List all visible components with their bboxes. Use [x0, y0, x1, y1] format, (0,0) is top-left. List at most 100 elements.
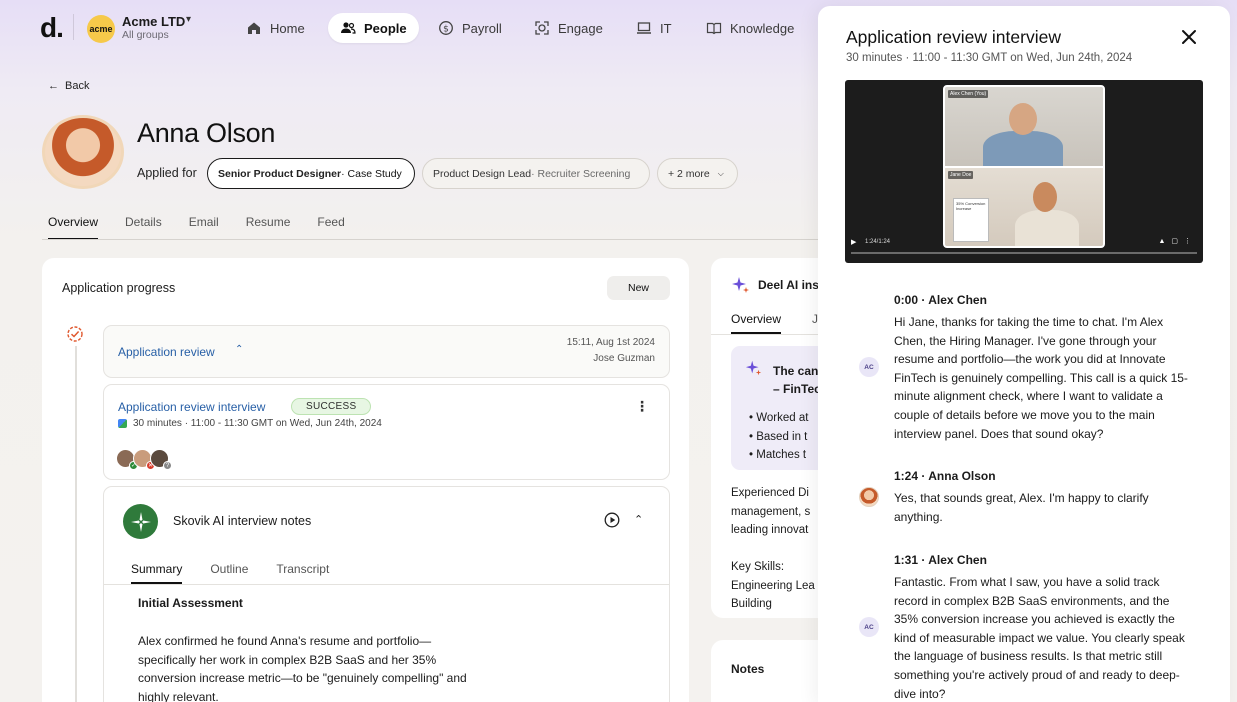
ai-highlight-line: – FinTec — [773, 382, 821, 396]
drawer-title: Application review interview — [846, 27, 1061, 47]
chevron-down-icon[interactable]: ▾ — [186, 14, 191, 25]
interview-item[interactable]: Application review interview SUCCESS ⋮ 3… — [103, 384, 670, 480]
transcript-speaker: 0:00 · Alex Chen — [894, 293, 987, 307]
drawer-subtitle: 30 minutes · 11:00 - 11:30 GMT on Wed, J… — [846, 52, 1133, 64]
people-icon — [341, 22, 356, 34]
tab-transcript[interactable]: Transcript — [276, 562, 329, 584]
back-label: Back — [65, 80, 90, 92]
video-tile-interviewer: Alex Chen (You) — [945, 87, 1103, 171]
nav-home[interactable]: Home — [234, 13, 317, 43]
nav-divider — [73, 14, 74, 40]
nav-payroll[interactable]: $ Payroll — [426, 13, 514, 43]
list-item: • Worked at — [749, 412, 809, 424]
more-jobs-chip[interactable]: + 2 more ⌵ — [657, 158, 738, 189]
interview-title[interactable]: Application review interview — [118, 400, 265, 414]
section-title: Initial Assessment — [138, 596, 243, 610]
chip-job-title: Senior Product Designer — [218, 167, 342, 180]
application-progress-card: Application progress New Application rev… — [42, 258, 689, 702]
notes-tabs-divider — [104, 584, 669, 585]
book-icon — [706, 22, 722, 35]
more-vertical-icon[interactable]: ⋮ — [635, 398, 649, 415]
nav-label: IT — [660, 20, 672, 36]
tab-summary[interactable]: Summary — [131, 562, 183, 584]
person-figure — [1009, 103, 1037, 135]
transcript-speaker: 1:24 · Anna Olson — [894, 469, 996, 483]
back-link[interactable]: ← Back — [48, 80, 89, 92]
job-chip-senior-product-designer[interactable]: Senior Product Designer · Case Study — [207, 158, 415, 189]
tab-resume[interactable]: Resume — [246, 215, 291, 240]
interview-meta: 30 minutes · 11:00 - 11:30 GMT on Wed, J… — [118, 418, 382, 429]
profile-tabs: Overview Details Email Resume Feed — [48, 215, 372, 240]
play-circle-icon[interactable] — [604, 512, 620, 528]
svg-text:$: $ — [443, 24, 449, 34]
interview-time: 30 minutes · 11:00 - 11:30 GMT on Wed, J… — [133, 418, 382, 429]
chevron-up-icon[interactable]: ⌃ — [634, 513, 643, 526]
transcript-text: Hi Jane, thanks for taking the time to c… — [894, 315, 1188, 441]
laptop-icon — [637, 22, 651, 34]
transcript-text: Yes, that sounds great, Alex. I'm happy … — [894, 491, 1149, 524]
stage-title[interactable]: Application review — [118, 345, 215, 359]
ai-interview-notes: Skovik AI interview notes ⌃ Summary Outl… — [103, 486, 670, 702]
check-circle-icon — [67, 326, 83, 342]
ai-summary-text: Experienced Di management, s leading inn… — [731, 484, 810, 540]
tab-feed[interactable]: Feed — [317, 215, 344, 240]
notes-tabs: Summary Outline Transcript — [131, 562, 357, 584]
avatar[interactable]: ? — [150, 449, 172, 470]
org-logo[interactable]: acme — [87, 15, 115, 43]
card-title: Application progress — [62, 281, 176, 295]
nav-knowledge[interactable]: Knowledge — [694, 13, 806, 43]
transcript-speaker: 1:31 · Alex Chen — [894, 553, 987, 567]
nav-label: Knowledge — [730, 20, 795, 36]
nav-label: Home — [270, 20, 305, 36]
tab-email[interactable]: Email — [189, 215, 219, 240]
home-icon — [248, 22, 260, 34]
status-badge: SUCCESS — [291, 398, 372, 415]
interview-drawer: Application review interview 30 minutes … — [818, 6, 1230, 702]
org-group-label: All groups — [122, 29, 169, 41]
text-line: Experienced Di — [731, 487, 809, 499]
chevron-up-icon[interactable]: ⌃ — [235, 344, 243, 355]
org-name[interactable]: Acme LTD — [122, 14, 185, 29]
nav-it[interactable]: IT — [624, 13, 684, 43]
nav-people[interactable]: People — [328, 13, 419, 43]
tab-details[interactable]: Details — [125, 215, 162, 240]
engage-icon — [535, 21, 549, 35]
pending-icon: ? — [163, 461, 172, 470]
volume-icon[interactable]: ▲▢⋮ — [1158, 237, 1197, 245]
stage-owner: Jose Guzman — [593, 353, 655, 364]
ai-highlight-title: The can – FinTec — [773, 362, 821, 398]
tab-ai-overview[interactable]: Overview — [731, 312, 782, 334]
chevron-down-icon: ⌵ — [717, 168, 724, 178]
nav-label: Engage — [558, 20, 603, 36]
tile-label: Alex Chen (You) — [948, 90, 989, 98]
new-button[interactable]: New — [607, 276, 670, 300]
video-frame: Alex Chen (You) 35% Conversion Increase … — [943, 85, 1105, 248]
notes-heading: Notes — [731, 662, 765, 676]
text-line: management, s — [731, 505, 811, 518]
nav-engage[interactable]: Engage — [522, 13, 615, 43]
sparkle-icon — [745, 360, 762, 376]
video-controls: ▶ 1:24/1:24 ▲▢⋮ — [845, 235, 1203, 263]
text-line: Engineering Lea — [731, 579, 815, 592]
tab-overview[interactable]: Overview — [48, 215, 99, 240]
skovik-logo-icon — [123, 504, 158, 539]
stage-application-review[interactable]: Application review ⌃ 15:11, Aug 1st 2024… — [103, 325, 670, 378]
chip-stage: · Recruiter Screening — [531, 167, 631, 180]
play-icon[interactable]: ▶ — [851, 238, 856, 246]
nav-label: Payroll — [462, 20, 502, 36]
interview-video-player[interactable]: Alex Chen (You) 35% Conversion Increase … — [845, 80, 1203, 263]
summary-text: Alex confirmed he found Anna's resume an… — [138, 634, 467, 702]
list-item: • Matches t — [749, 449, 807, 461]
video-time: 1:24/1:24 — [865, 239, 891, 245]
arrow-left-icon: ← — [48, 80, 59, 92]
avatar: AC — [859, 357, 879, 377]
tile-label: Jane Doe — [948, 171, 974, 179]
job-chip-product-design-lead[interactable]: Product Design Lead · Recruiter Screenin… — [422, 158, 650, 189]
sparkle-icon — [732, 277, 749, 293]
person-figure — [983, 131, 1063, 171]
deel-logo[interactable]: d. — [40, 12, 64, 44]
video-progress-bar[interactable] — [851, 252, 1197, 254]
transcript-text: Fantastic. From what I saw, you have a s… — [894, 575, 1185, 701]
close-icon[interactable] — [1180, 28, 1198, 46]
tab-outline[interactable]: Outline — [210, 562, 248, 584]
